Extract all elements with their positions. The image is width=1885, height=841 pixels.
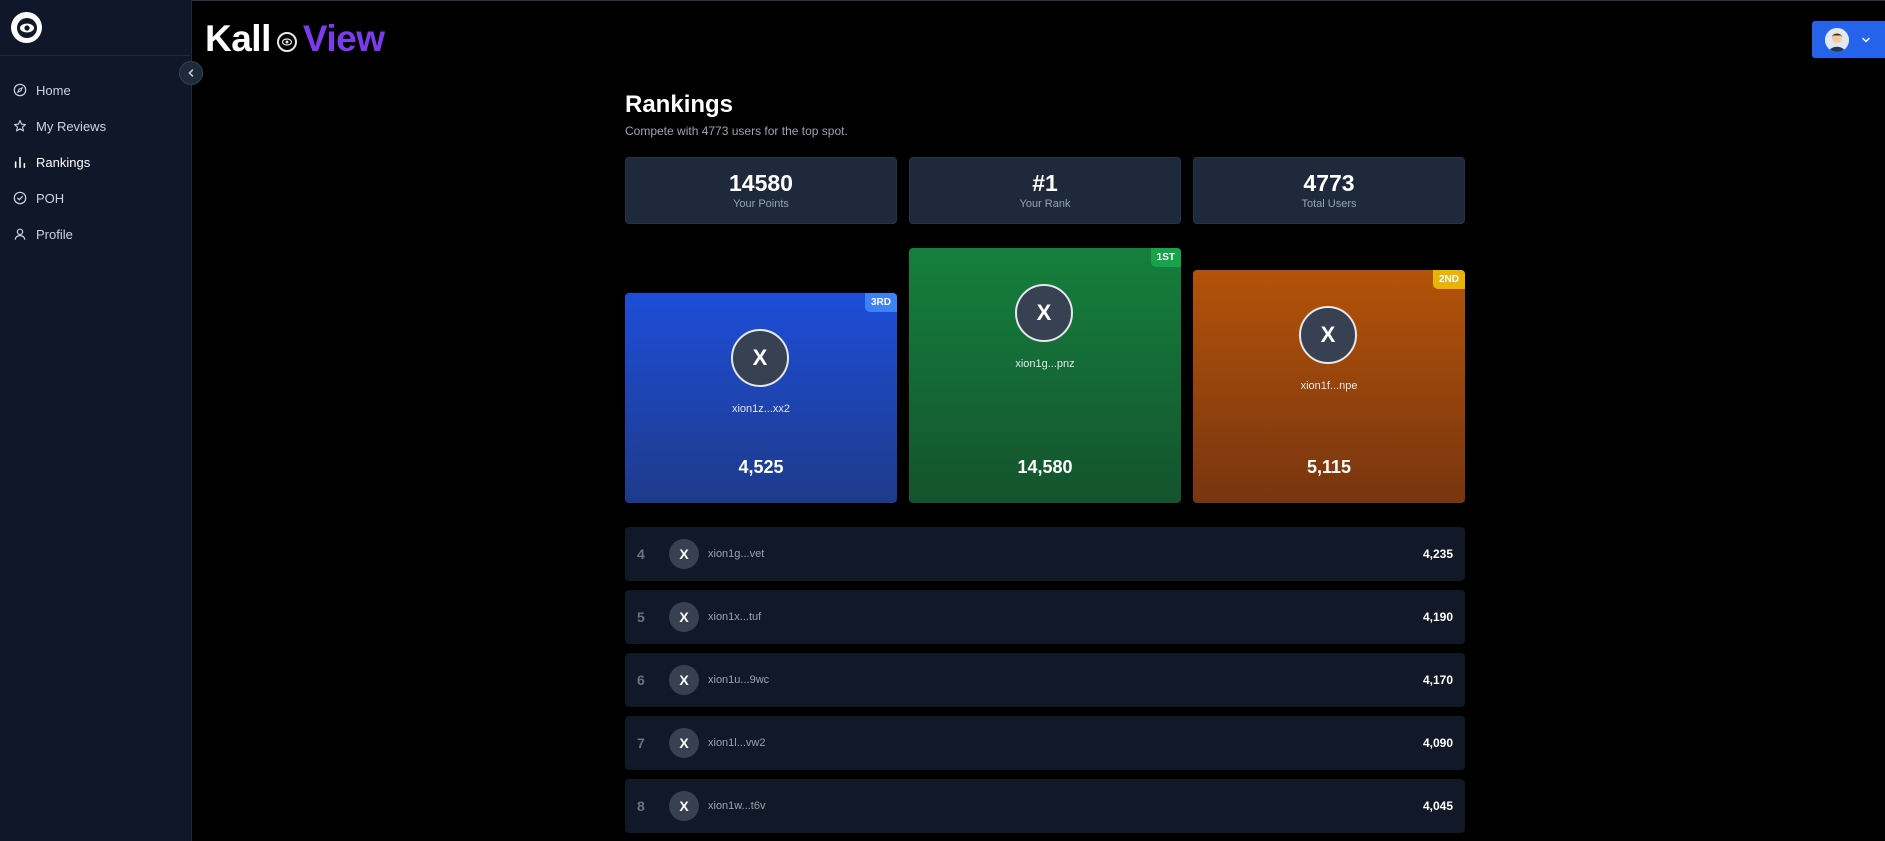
row-username: xion1x...tuf — [708, 611, 762, 623]
row-username: xion1l...vw2 — [708, 737, 766, 749]
star-icon — [14, 120, 26, 132]
sidebar-item-profile[interactable]: Profile — [0, 216, 191, 252]
stat-card-points: 14580 Your Points — [625, 157, 897, 224]
table-row[interactable]: 4 X xion1g...vet 4,235 — [625, 527, 1465, 581]
user-icon — [14, 228, 26, 240]
row-score: 4,045 — [1422, 799, 1453, 813]
sidebar-item-my-reviews[interactable]: My Reviews — [0, 108, 191, 144]
podium-third-place[interactable]: 3RD X xion1z...xx2 4,525 — [625, 293, 897, 503]
stat-label: Your Points — [733, 198, 789, 210]
brand-logo[interactable]: Kall View — [205, 18, 385, 60]
brand-text-view: View — [302, 18, 385, 59]
sidebar-item-label: Rankings — [36, 154, 91, 170]
sidebar-item-home[interactable]: Home — [0, 72, 191, 108]
podium-second-place[interactable]: 2ND X xion1f...npe 5,115 — [1193, 270, 1465, 503]
chevron-left-icon — [188, 69, 194, 77]
stat-card-users: 4773 Total Users — [1193, 157, 1465, 224]
podium-username: xion1g...pnz — [1015, 358, 1075, 370]
compass-icon — [13, 83, 27, 97]
sidebar-item-label: Profile — [36, 226, 73, 242]
avatar: X — [1299, 306, 1357, 364]
row-score: 4,190 — [1422, 610, 1453, 624]
avatar: X — [1015, 284, 1073, 342]
row-score: 4,235 — [1422, 547, 1453, 561]
stat-label: Your Rank — [1019, 198, 1071, 210]
row-score: 4,090 — [1422, 736, 1453, 750]
avatar: X — [669, 665, 699, 695]
rank-badge: 1ST — [1150, 248, 1181, 267]
stat-label: Total Users — [1301, 198, 1357, 210]
stat-value: #1 — [1032, 170, 1058, 196]
user-menu-button[interactable] — [1812, 21, 1885, 58]
sidebar-item-rankings[interactable]: Rankings — [0, 144, 191, 180]
row-rank: 5 — [637, 609, 645, 625]
sidebar-item-label: Home — [36, 82, 71, 98]
table-row[interactable]: 5 X xion1x...tuf 4,190 — [625, 590, 1465, 644]
top-border — [0, 0, 1885, 1]
stat-value: 14580 — [729, 170, 793, 196]
podium-username: xion1z...xx2 — [731, 403, 791, 415]
podium-username: xion1f...npe — [1300, 380, 1358, 392]
table-row[interactable]: 6 X xion1u...9wc 4,170 — [625, 653, 1465, 707]
podium-score: 4,525 — [738, 457, 784, 477]
bar-chart-icon — [14, 156, 26, 169]
podium-score: 14,580 — [1017, 457, 1073, 477]
sidebar-item-label: My Reviews — [36, 118, 107, 134]
eye-logo-icon[interactable] — [11, 12, 42, 43]
avatar: X — [669, 791, 699, 821]
page-title: Rankings — [625, 91, 734, 118]
table-row[interactable]: 8 X xion1w...t6v 4,045 — [625, 779, 1465, 833]
stat-card-rank: #1 Your Rank — [909, 157, 1181, 224]
row-rank: 8 — [637, 798, 645, 814]
eye-icon — [276, 32, 297, 52]
sidebar-divider — [0, 55, 191, 56]
chevron-down-icon — [1862, 37, 1870, 43]
sidebar-item-label: POH — [36, 190, 65, 206]
avatar: X — [731, 329, 789, 387]
row-username: xion1u...9wc — [708, 674, 770, 686]
avatar: X — [669, 728, 699, 758]
row-rank: 7 — [637, 735, 645, 751]
avatar: X — [669, 602, 699, 632]
brand-text-kall: Kall — [205, 18, 271, 59]
stat-value: 4773 — [1303, 170, 1355, 196]
row-username: xion1w...t6v — [708, 800, 766, 812]
avatar: X — [669, 539, 699, 569]
avatar — [1825, 27, 1849, 52]
rank-badge: 2ND — [1432, 270, 1465, 289]
check-circle-icon — [13, 191, 27, 205]
sidebar-collapse-button[interactable] — [179, 61, 203, 85]
row-rank: 6 — [637, 672, 645, 688]
sidebar-nav: Home My Reviews Rankings POH Profile — [0, 72, 191, 252]
rank-badge: 3RD — [864, 293, 897, 312]
table-row[interactable]: 7 X xion1l...vw2 4,090 — [625, 716, 1465, 770]
podium-first-place[interactable]: 1ST X xion1g...pnz 14,580 — [909, 248, 1181, 503]
sidebar: Home My Reviews Rankings POH Profile — [0, 0, 192, 841]
row-username: xion1g...vet — [708, 548, 765, 560]
sidebar-item-poh[interactable]: POH — [0, 180, 191, 216]
row-score: 4,170 — [1422, 673, 1453, 687]
row-rank: 4 — [637, 546, 645, 562]
page-subtitle: Compete with 4773 users for the top spot… — [625, 124, 848, 138]
podium-score: 5,115 — [1306, 457, 1352, 477]
